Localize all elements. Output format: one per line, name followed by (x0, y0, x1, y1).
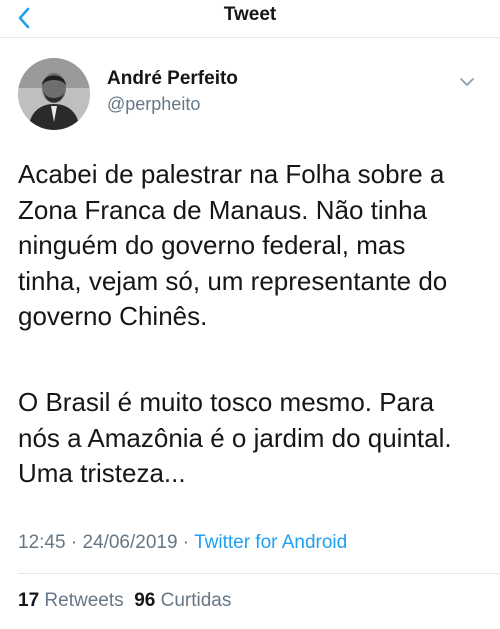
more-options-button[interactable] (455, 70, 479, 94)
tweet-stats: 17 Retweets 96 Curtidas (18, 590, 231, 612)
tweet-meta: 12:45 · 24/06/2019 · Twitter for Android (18, 532, 347, 554)
author-name[interactable]: André Perfeito (107, 68, 238, 90)
meta-separator: · (177, 532, 195, 553)
likes-stat[interactable]: 96 Curtidas (134, 590, 231, 611)
avatar[interactable] (18, 58, 90, 130)
tweet-text-paragraph-1: Acabei de palestrar na Folha sobre a Zon… (18, 159, 448, 331)
chevron-down-icon (460, 78, 474, 86)
retweets-label: Retweets (44, 590, 124, 611)
page-title: Tweet (223, 4, 277, 25)
likes-label: Curtidas (160, 590, 232, 611)
divider (18, 573, 500, 574)
meta-separator: · (65, 532, 83, 553)
retweets-stat[interactable]: 17 Retweets (18, 590, 124, 611)
retweets-count: 17 (18, 590, 40, 611)
author-handle[interactable]: @perpheito (107, 94, 200, 115)
tweet-time: 12:45 (18, 532, 66, 553)
tweet-date: 24/06/2019 (82, 532, 178, 553)
likes-count: 96 (134, 590, 156, 611)
tweet-source-link[interactable]: Twitter for Android (194, 532, 347, 553)
tweet-text-paragraph-2: O Brasil é muito tosco mesmo. Para nós a… (18, 387, 452, 488)
nav-bar: Tweet (0, 0, 500, 38)
